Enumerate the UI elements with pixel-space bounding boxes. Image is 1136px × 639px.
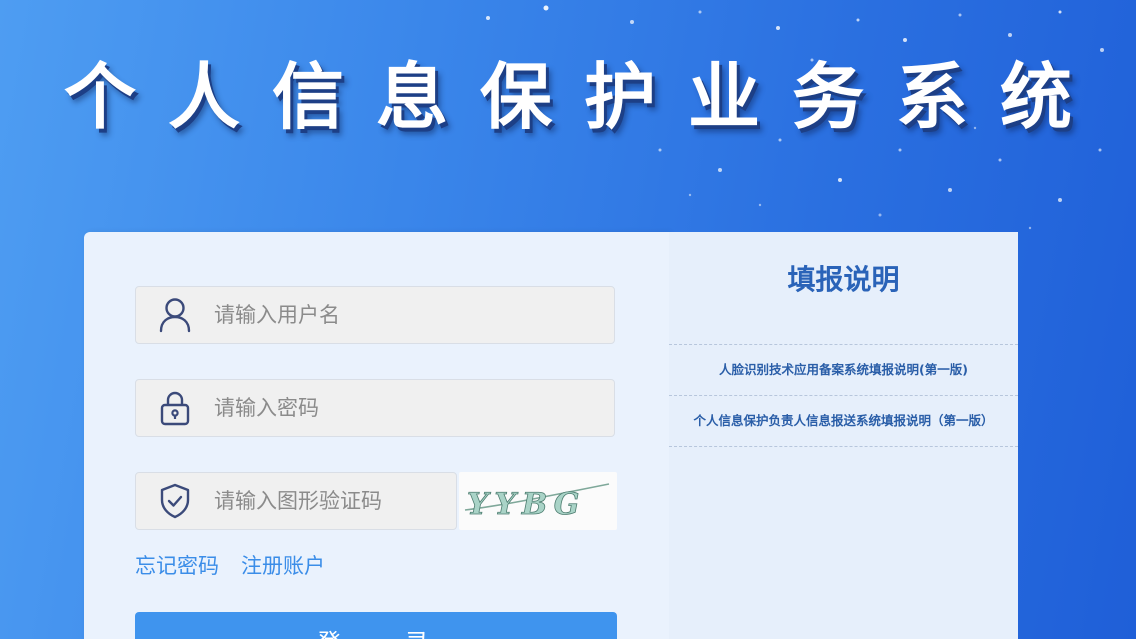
username-field-wrapper xyxy=(135,286,615,344)
register-link[interactable]: 注册账户 xyxy=(241,550,325,580)
captcha-field-wrapper xyxy=(135,472,457,530)
shield-check-icon xyxy=(136,483,214,519)
instructions-link-face-recognition[interactable]: 人脸识别技术应用备案系统填报说明(第一版) xyxy=(669,345,1018,396)
password-field-wrapper xyxy=(135,379,615,437)
captcha-input[interactable] xyxy=(214,489,444,513)
instructions-panel: 填报说明 人脸识别技术应用备案系统填报说明(第一版) 个人信息保护负责人信息报送… xyxy=(669,232,1018,639)
login-card: YYBG 忘记密码 注册账户 登 录 填报说明 人脸识别技术应用备案系统填报说明… xyxy=(84,232,1018,639)
lock-icon xyxy=(136,390,214,426)
forgot-password-link[interactable]: 忘记密码 xyxy=(135,550,219,580)
captcha-text: YYBG xyxy=(467,487,585,522)
user-icon xyxy=(136,297,214,333)
captcha-image[interactable]: YYBG xyxy=(459,472,617,530)
username-input[interactable] xyxy=(214,303,594,327)
login-button[interactable]: 登 录 xyxy=(135,612,617,639)
login-page: 个人信息保护业务系统 请输入用户名 请输入图形验证码 YYBG 忘记密码 注册账… xyxy=(0,0,1136,639)
page-title: 个人信息保护业务系统 xyxy=(63,54,1104,139)
auxiliary-links: 忘记密码 注册账户 xyxy=(135,550,325,580)
instructions-title: 填报说明 xyxy=(787,263,900,296)
password-input[interactable] xyxy=(214,396,594,420)
login-form: YYBG 忘记密码 注册账户 登 录 xyxy=(84,232,669,639)
instructions-link-pi-officer[interactable]: 个人信息保护负责人信息报送系统填报说明（第一版） xyxy=(669,396,1018,447)
instructions-list: 人脸识别技术应用备案系统填报说明(第一版) 个人信息保护负责人信息报送系统填报说… xyxy=(669,344,1018,447)
